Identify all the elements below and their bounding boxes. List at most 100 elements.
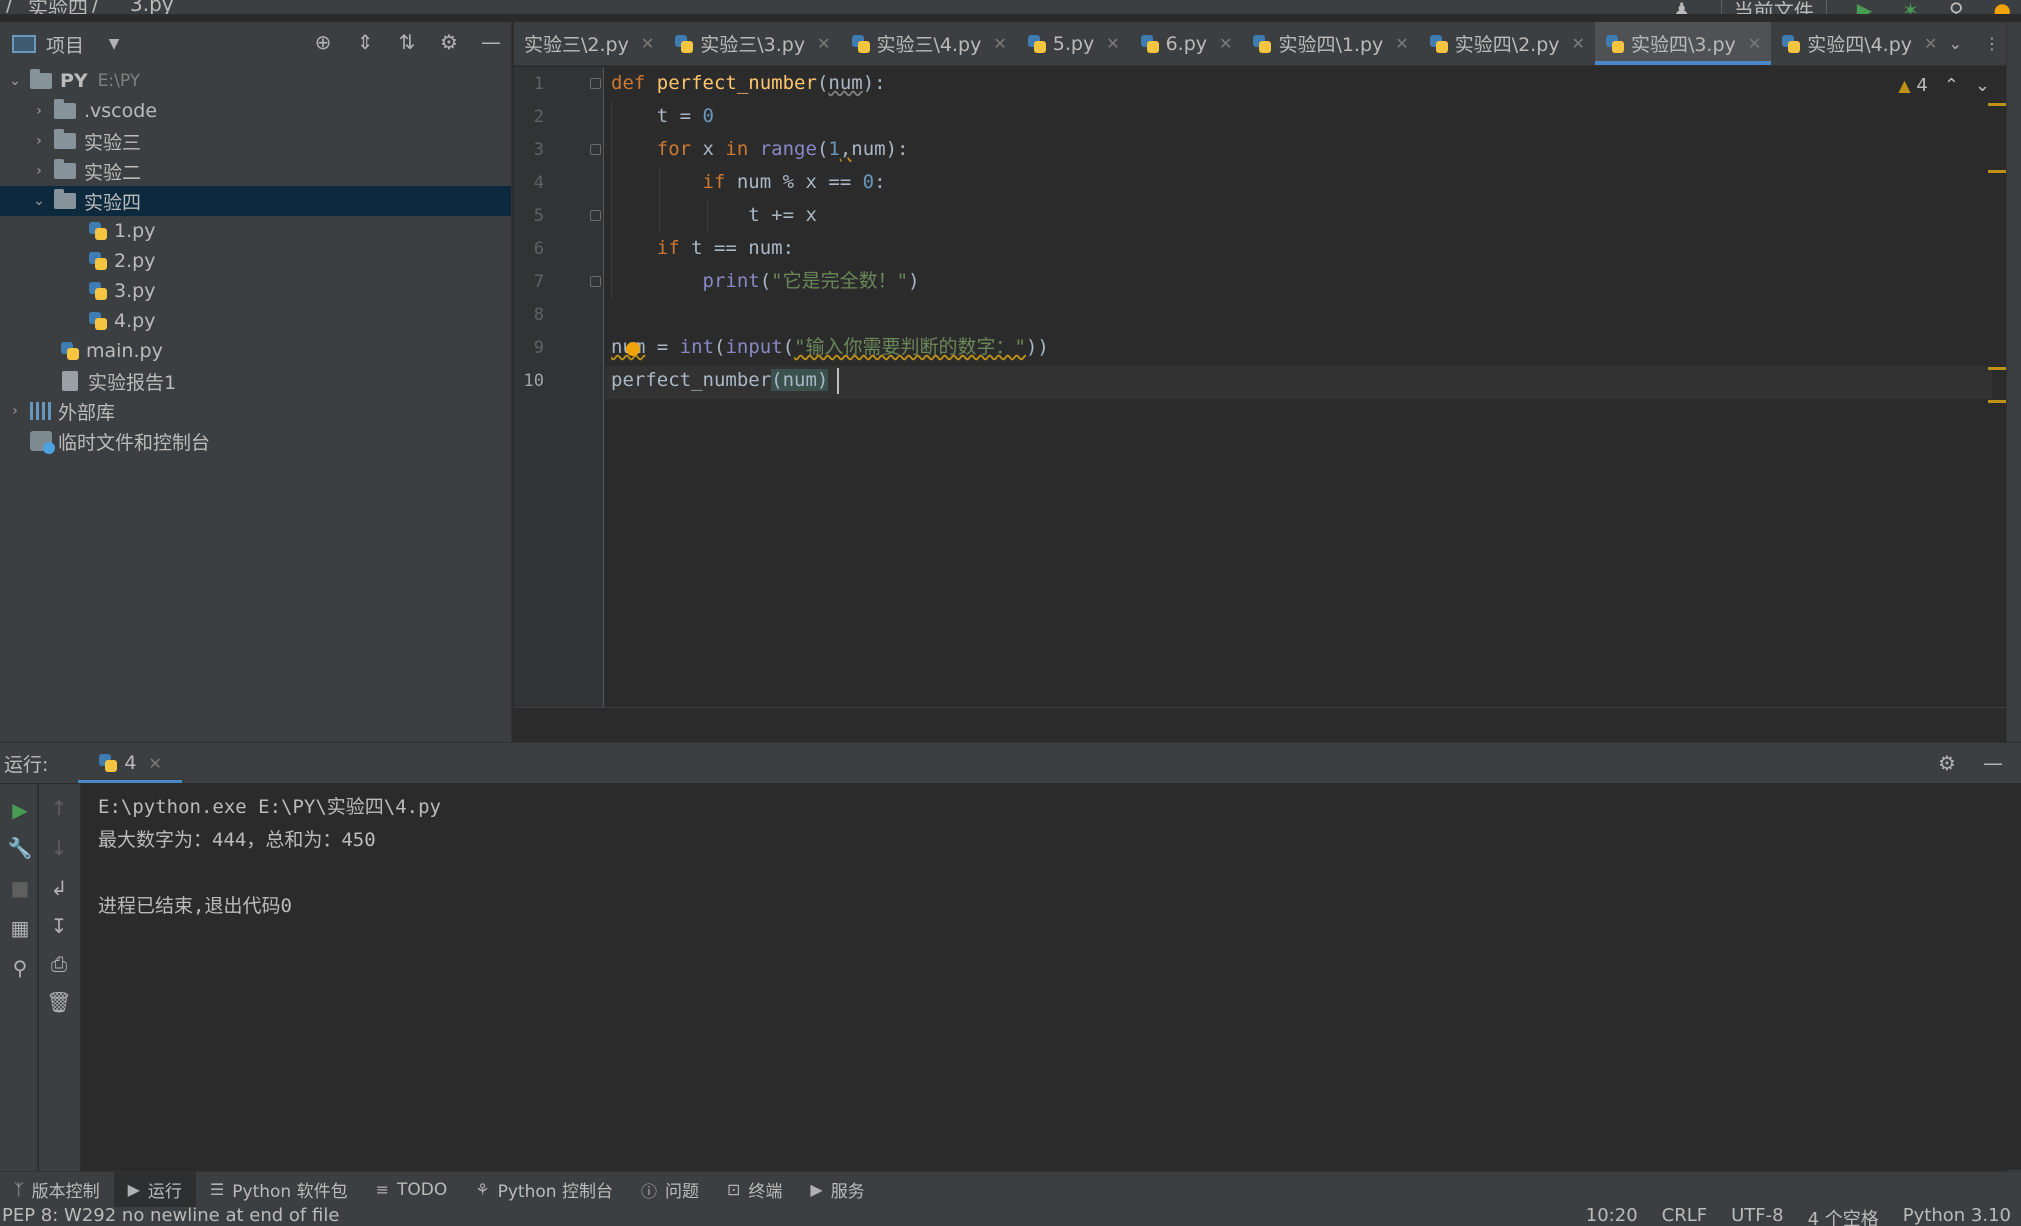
- print-icon[interactable]: ⎙: [45, 950, 73, 978]
- tab-exp4-3py[interactable]: 实验四\3.py ✕: [1594, 22, 1772, 65]
- chevron-right-icon[interactable]: ›: [30, 163, 48, 179]
- user-icon[interactable]: ♟: [1673, 0, 1691, 14]
- fold-marker-icon[interactable]: [590, 210, 601, 221]
- warning-mark[interactable]: [1988, 367, 2006, 370]
- console-output[interactable]: E:\python.exe E:\PY\实验四\4.py 最大数字为：444，总…: [98, 791, 441, 923]
- tab-5py[interactable]: 5.py ✕: [1017, 22, 1130, 65]
- file-encoding[interactable]: UTF-8: [1731, 1207, 1783, 1226]
- tree-file-1py[interactable]: 1.py: [0, 216, 511, 246]
- toolwindow-run[interactable]: ▶ 运行: [113, 1171, 196, 1208]
- locate-icon[interactable]: ⊕: [311, 30, 335, 54]
- chevron-down-icon[interactable]: ▼: [102, 32, 126, 56]
- gear-icon[interactable]: ⚙: [437, 30, 461, 54]
- chevron-down-icon[interactable]: ⌄: [1975, 75, 1990, 96]
- close-icon[interactable]: ✕: [1572, 34, 1585, 53]
- interpreter[interactable]: Python 3.10: [1903, 1207, 2011, 1226]
- tab-exp4-2py[interactable]: 实验四\2.py ✕: [1419, 22, 1595, 65]
- wrench-icon[interactable]: 🔧: [6, 834, 34, 862]
- tree-file-2py[interactable]: 2.py: [0, 246, 511, 276]
- scroll-to-end-icon[interactable]: ↧: [45, 912, 73, 940]
- update-icon[interactable]: ●: [1994, 0, 2011, 14]
- caret-position[interactable]: 10:20: [1586, 1207, 1638, 1226]
- toolwindow-todo[interactable]: ≡ TODO: [362, 1172, 462, 1208]
- collapse-all-icon[interactable]: ⇅: [395, 30, 419, 54]
- chevron-up-icon[interactable]: ⌃: [1944, 75, 1959, 96]
- chevron-right-icon[interactable]: ›: [6, 403, 24, 419]
- toolwindow-vcs[interactable]: ᛉ 版本控制: [0, 1172, 114, 1208]
- close-icon[interactable]: ✕: [1219, 34, 1232, 53]
- tree-file-report[interactable]: 实验报告1: [0, 366, 511, 396]
- tree-file-mainpy[interactable]: main.py: [0, 336, 511, 366]
- toolwindow-services[interactable]: ▶ 服务: [796, 1172, 878, 1208]
- run-config-selector[interactable]: 当前文件: [1720, 0, 1827, 14]
- tree-item-external-libs[interactable]: › 外部库: [0, 396, 511, 426]
- fold-marker-icon[interactable]: [590, 144, 601, 155]
- chevron-down-icon[interactable]: ⌄: [1949, 34, 1962, 53]
- breadcrumb-folder[interactable]: 实验四: [28, 0, 88, 14]
- close-icon[interactable]: ✕: [1395, 34, 1408, 53]
- tab-exp4-4py[interactable]: 实验四\4.py ✕: [1771, 22, 1947, 65]
- gear-icon[interactable]: ⚙: [1935, 751, 1959, 775]
- run-tab[interactable]: 4 ✕: [78, 743, 182, 783]
- tab-exp3-4py[interactable]: 实验三\4.py ✕: [841, 22, 1017, 65]
- run-icon[interactable]: ▶: [1857, 0, 1872, 14]
- toolwindow-terminal[interactable]: ⊡ 终端: [713, 1172, 796, 1208]
- search-icon[interactable]: ⚲: [1949, 0, 1964, 14]
- warning-mark[interactable]: [1988, 170, 2006, 173]
- tree-item-experiment3[interactable]: › 实验三: [0, 126, 511, 156]
- expand-all-icon[interactable]: ⇕: [353, 30, 377, 54]
- chevron-down-icon[interactable]: ⌄: [30, 193, 48, 209]
- close-icon[interactable]: ✕: [817, 34, 830, 53]
- tab-6py[interactable]: 6.py ✕: [1130, 22, 1243, 65]
- stop-icon[interactable]: ■: [6, 874, 34, 902]
- line-separator[interactable]: CRLF: [1662, 1207, 1707, 1226]
- status-message[interactable]: PEP 8: W292 no newline at end of file: [2, 1207, 339, 1226]
- chevron-right-icon[interactable]: ›: [30, 133, 48, 149]
- intention-bulb-icon[interactable]: [626, 342, 640, 356]
- toolwindow-python-packages[interactable]: ☰ Python 软件包: [196, 1172, 362, 1208]
- rerun-icon[interactable]: ▶: [6, 796, 34, 824]
- close-icon[interactable]: ✕: [1748, 34, 1761, 53]
- arrow-down-icon[interactable]: ↓: [45, 834, 73, 862]
- warning-mark[interactable]: [1988, 400, 2006, 403]
- fold-marker-icon[interactable]: [590, 78, 601, 89]
- toolwindow-python-console[interactable]: ⚘ Python 控制台: [461, 1172, 627, 1208]
- close-icon[interactable]: ✕: [993, 34, 1006, 53]
- indent-setting[interactable]: 4 个空格: [1808, 1207, 1879, 1226]
- tree-item-experiment2[interactable]: › 实验二: [0, 156, 511, 186]
- tree-file-3py[interactable]: 3.py: [0, 276, 511, 306]
- minimize-icon[interactable]: —: [479, 30, 503, 54]
- breadcrumb-file[interactable]: 3.py: [130, 0, 174, 14]
- fold-marker-icon[interactable]: [590, 276, 601, 287]
- inspection-widget[interactable]: ▲ 4 ⌃ ⌄: [1898, 75, 1990, 96]
- more-icon[interactable]: ⋮: [1984, 34, 2000, 53]
- toolwindow-problems[interactable]: ⓘ 问题: [627, 1172, 713, 1208]
- trash-icon[interactable]: 🗑: [45, 988, 73, 1016]
- pin-icon[interactable]: ⚲: [6, 954, 34, 982]
- chevron-down-icon[interactable]: ⌄: [6, 73, 24, 89]
- tab-exp4-1py[interactable]: 实验四\1.py ✕: [1242, 22, 1418, 65]
- close-icon[interactable]: ✕: [1924, 34, 1937, 53]
- tree-item-scratches[interactable]: 临时文件和控制台: [0, 426, 511, 456]
- project-title[interactable]: 项目: [46, 31, 84, 58]
- line-number: 4: [533, 173, 544, 193]
- close-icon[interactable]: ✕: [149, 754, 162, 773]
- debug-icon[interactable]: ✶: [1902, 0, 1919, 14]
- code-line-9: num = int(input("输入你需要判断的数字：")): [611, 331, 1049, 364]
- arrow-up-icon[interactable]: ↑: [45, 794, 73, 822]
- minimize-icon[interactable]: —: [1981, 751, 2005, 775]
- code-editor[interactable]: 1 2 3 4 5 6 7 8 9 10 def perfect_number(…: [514, 67, 2006, 707]
- warning-mark[interactable]: [1988, 103, 2006, 106]
- tree-root[interactable]: ⌄ PY E:\PY: [0, 66, 511, 96]
- close-icon[interactable]: ✕: [1106, 34, 1119, 53]
- layout-icon[interactable]: ▦: [6, 914, 34, 942]
- soft-wrap-icon[interactable]: ↲: [45, 874, 73, 902]
- tree-file-4py[interactable]: 4.py: [0, 306, 511, 336]
- tab-exp3-2py[interactable]: 实验三\2.py ✕: [514, 22, 664, 65]
- tab-exp3-3py[interactable]: 实验三\3.py ✕: [664, 22, 840, 65]
- chevron-right-icon[interactable]: ›: [30, 103, 48, 119]
- tree-item-experiment4[interactable]: ⌄ 实验四: [0, 186, 511, 216]
- close-icon[interactable]: ✕: [641, 34, 654, 53]
- tab-label: 实验三\3.py: [700, 34, 806, 56]
- tree-item-vscode[interactable]: › .vscode: [0, 96, 511, 126]
